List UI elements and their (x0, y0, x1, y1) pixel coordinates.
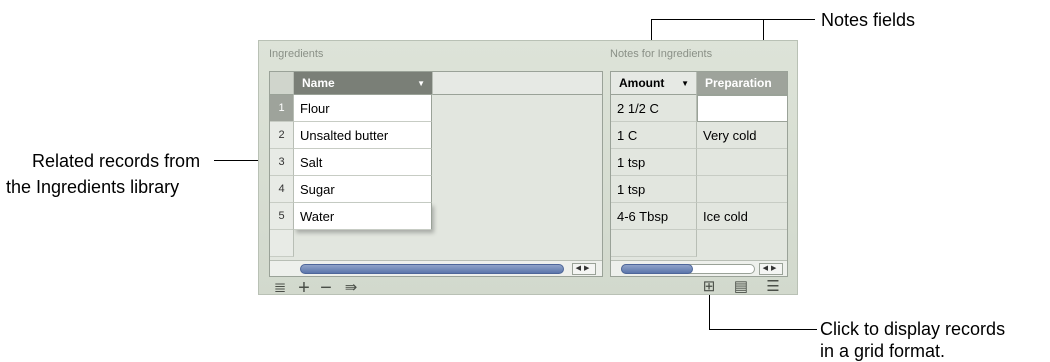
sort-arrow-icon: ▼ (417, 79, 425, 88)
notes-grid: Amount ▼ Preparation 2 1/2 C 1 C Very co… (610, 71, 788, 277)
grid-view-icon[interactable]: ⊞ (699, 278, 719, 296)
grid-format-callout-line2: in a grid format. (820, 341, 946, 361)
preparation-cell[interactable] (697, 176, 787, 203)
notes-section-label: Notes for Ingredients (610, 48, 713, 60)
row-number: 1 (270, 95, 294, 122)
notes-callout-line (651, 19, 815, 20)
list-view-icon[interactable]: ☰ (763, 278, 783, 296)
related-records-panel: Ingredients Notes for Ingredients Name ▼… (258, 40, 798, 298)
add-records-icon[interactable]: ≣ (271, 279, 289, 297)
ingredients-section-label: Ingredients (269, 48, 324, 60)
row-number: 5 (270, 203, 294, 230)
scroll-thumb[interactable] (621, 264, 693, 274)
related-callout-line (214, 160, 264, 161)
name-column-header[interactable]: Name ▼ (294, 72, 432, 95)
amount-cell[interactable]: 1 tsp (611, 149, 697, 176)
amount-column-header[interactable]: Amount ▼ (611, 72, 697, 95)
grid-callout-horizontal (709, 329, 817, 330)
ingredient-name-cell[interactable]: Sugar (294, 176, 432, 203)
ingredient-name-cell[interactable]: Salt (294, 149, 432, 176)
row-number: 3 (270, 149, 294, 176)
row-number: 2 (270, 122, 294, 149)
preparation-cell[interactable]: Ice cold (697, 203, 787, 230)
preparation-cell[interactable] (697, 149, 787, 176)
amount-cell[interactable]: 1 C (611, 122, 697, 149)
sort-arrow-icon: ▼ (681, 79, 689, 88)
notes-horizontal-scrollbar[interactable]: ◀▶ (611, 260, 787, 276)
grid-callout-vertical (709, 294, 710, 329)
preparation-column-header[interactable]: Preparation (697, 72, 787, 95)
preparation-cell-editing[interactable] (697, 95, 787, 122)
ingredient-name-cell[interactable]: Unsalted butter (294, 122, 432, 149)
ingredient-name-cell[interactable]: Flour (294, 95, 432, 122)
amount-cell[interactable]: 1 tsp (611, 176, 697, 203)
preparation-cell[interactable]: Very cold (697, 122, 787, 149)
row-number: 4 (270, 176, 294, 203)
plus-icon[interactable]: + (295, 278, 313, 298)
amount-column-header-label: Amount (619, 76, 665, 90)
ingredients-horizontal-scrollbar[interactable]: ◀▶ (270, 260, 602, 276)
notes-fields-callout: Notes fields (821, 10, 916, 30)
related-records-callout-line1: Related records from (32, 151, 201, 171)
card-view-icon[interactable]: ▤ (731, 278, 751, 296)
ingredients-grid: Name ▼ 1 Flour 2 Unsalted butter 3 Salt … (269, 71, 603, 277)
scroll-arrows-icon[interactable]: ◀▶ (759, 263, 783, 275)
export-icon[interactable]: ⇛ (341, 279, 361, 297)
empty-row-number (270, 230, 294, 257)
amount-cell[interactable]: 2 1/2 C (611, 95, 697, 122)
grid-format-callout-line1: Click to display records (820, 319, 1006, 339)
rownum-header (270, 72, 294, 95)
empty-header-area (432, 72, 602, 95)
related-records-callout-line2: the Ingredients library (6, 177, 180, 197)
amount-cell[interactable]: 4-6 Tbsp (611, 203, 697, 230)
splitter-handle[interactable] (604, 71, 608, 277)
name-column-header-label: Name (302, 76, 335, 90)
minus-icon[interactable]: − (317, 278, 335, 298)
empty-amount-cell (611, 230, 697, 257)
scroll-thumb[interactable] (300, 264, 564, 274)
scroll-arrows-icon[interactable]: ◀▶ (572, 263, 596, 275)
ingredient-name-cell[interactable]: Water (294, 203, 432, 230)
